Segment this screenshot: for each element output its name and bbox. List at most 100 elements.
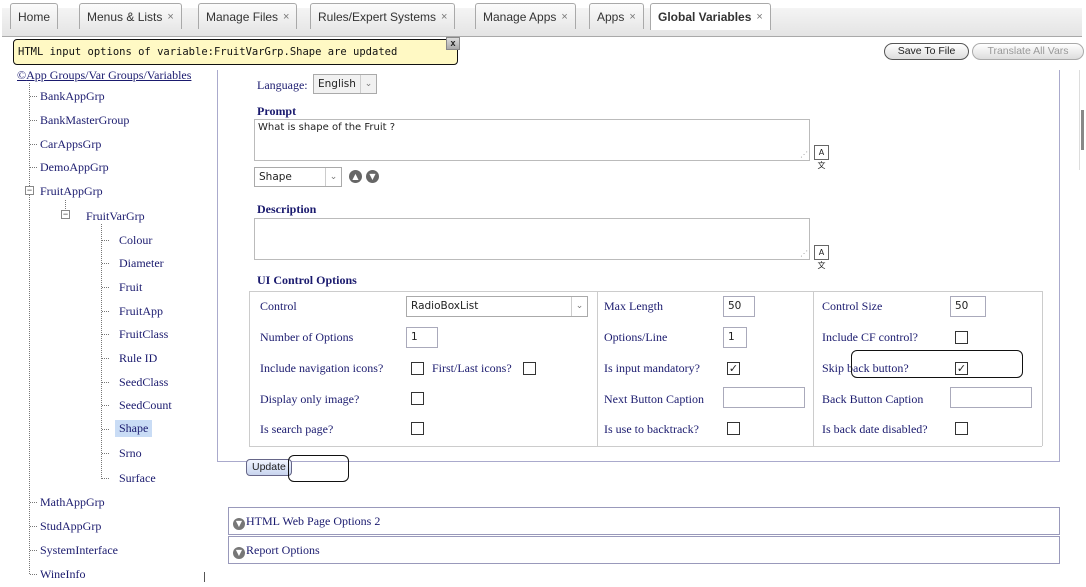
tree-item-fruitappgrp[interactable]: FruitAppGrp — [40, 184, 103, 199]
tab-manage-files[interactable]: Manage Files × — [198, 3, 298, 29]
nav-icons-checkbox[interactable] — [411, 362, 424, 375]
field-select-value: Shape — [259, 171, 292, 183]
prompt-textarea[interactable]: What is shape of the Fruit ? — [254, 119, 810, 161]
control-size-input[interactable]: 50 — [950, 296, 986, 317]
tree-item-carappsgrp[interactable]: CarAppsGrp — [40, 137, 101, 152]
tab-label: Home — [18, 9, 51, 24]
number-of-options-input[interactable]: 1 — [406, 327, 438, 348]
tree-item-diameter[interactable]: Diameter — [119, 256, 164, 271]
language-select[interactable]: English ⌄ — [313, 74, 377, 94]
include-cf-checkbox[interactable] — [955, 331, 968, 344]
tree-item-bankmastergroup[interactable]: BankMasterGroup — [40, 113, 129, 128]
tree-item-surface[interactable]: Surface — [119, 471, 156, 486]
tree-item-fruit[interactable]: Fruit — [119, 280, 142, 295]
first-last-icons-label: First/Last icons? — [432, 361, 512, 375]
tree-line — [30, 502, 37, 503]
translate-all-vars-button[interactable]: Translate All Vars — [972, 43, 1084, 60]
tab-rules-expert-systems[interactable]: Rules/Expert Systems × — [310, 3, 456, 29]
chevron-down-icon: ⌄ — [571, 297, 587, 316]
number-of-options-label: Number of Options — [260, 330, 354, 344]
close-icon[interactable]: × — [629, 11, 635, 23]
notification-close-button[interactable]: x — [446, 37, 460, 50]
grid-line — [249, 446, 1042, 447]
close-icon[interactable]: × — [283, 11, 289, 23]
tree-line — [102, 287, 109, 288]
max-length-input[interactable]: 50 — [723, 296, 755, 317]
display-only-image-checkbox[interactable] — [411, 392, 424, 405]
tree-item-seedclass[interactable]: SeedClass — [119, 375, 168, 390]
tree-item-srno[interactable]: Srno — [119, 446, 142, 461]
collapse-icon[interactable]: − — [25, 186, 34, 195]
control-size-label: Control Size — [822, 299, 883, 313]
tree-line — [30, 550, 37, 551]
tab-label: Rules/Expert Systems — [318, 9, 437, 24]
tree-item-studappgrp[interactable]: StudAppGrp — [40, 519, 101, 534]
expand-icon[interactable]: ▼ — [233, 518, 245, 530]
back-date-disabled-checkbox[interactable] — [955, 422, 968, 435]
move-down-icon[interactable]: ▼ — [366, 170, 379, 183]
search-page-checkbox[interactable] — [411, 422, 424, 435]
close-icon[interactable]: × — [756, 11, 762, 23]
tab-home[interactable]: Home — [10, 3, 59, 29]
scrollbar-thumb[interactable] — [1081, 110, 1084, 150]
backtrack-checkbox[interactable] — [727, 422, 740, 435]
tree-item-demoappgrp[interactable]: DemoAppGrp — [40, 160, 109, 175]
tree-line — [102, 358, 109, 359]
description-textarea[interactable] — [254, 218, 810, 260]
report-options-section[interactable]: ▼ Report Options — [228, 536, 1060, 564]
prompt-heading: Prompt — [257, 104, 297, 118]
expand-icon[interactable]: ▼ — [233, 547, 245, 559]
tab-label: Manage Files — [206, 9, 279, 24]
tree-item-mathappgrp[interactable]: MathAppGrp — [40, 495, 105, 510]
tree-item-systeminterface[interactable]: SystemInterface — [40, 543, 118, 558]
resize-handle-icon[interactable]: ⋰ — [800, 249, 808, 258]
move-up-icon[interactable]: ▲ — [349, 170, 362, 183]
tree-item-shape-selected[interactable]: Shape — [115, 420, 153, 437]
tree-item-fruitapp[interactable]: FruitApp — [119, 304, 163, 319]
tree-line — [102, 453, 109, 454]
resize-handle-icon[interactable]: ⋰ — [800, 150, 808, 159]
tree-item-bankappgrp[interactable]: BankAppGrp — [40, 89, 105, 104]
tree-line — [102, 382, 109, 383]
section-label: Report Options — [246, 543, 320, 557]
mandatory-checkbox[interactable]: ✓ — [727, 362, 740, 375]
html-web-page-options-section[interactable]: ▼ HTML Web Page Options 2 — [228, 507, 1060, 535]
collapse-icon[interactable]: − — [61, 210, 70, 219]
tab-label: Global Variables — [658, 10, 752, 24]
next-caption-input[interactable] — [723, 387, 805, 408]
first-last-icons-checkbox[interactable] — [523, 362, 536, 375]
tab-label: Manage Apps — [483, 9, 557, 24]
tree-item-colour[interactable]: Colour — [119, 233, 152, 248]
ui-control-options-heading: UI Control Options — [257, 273, 357, 287]
close-icon[interactable]: × — [441, 11, 447, 23]
tab-global-variables[interactable]: Global Variables × — [650, 3, 771, 30]
back-caption-label: Back Button Caption — [822, 392, 924, 406]
tree-item-fruitvargrp[interactable]: FruitVarGrp — [86, 209, 145, 224]
translate-icon[interactable]: A文 — [814, 245, 829, 270]
tab-manage-apps[interactable]: Manage Apps × — [475, 3, 576, 29]
tab-menus-lists[interactable]: Menus & Lists × — [79, 3, 182, 29]
tree-item-fruitclass[interactable]: FruitClass — [119, 327, 168, 342]
tree-line — [102, 240, 109, 241]
tree-item-rule-id[interactable]: Rule ID — [119, 351, 157, 366]
grid-line — [249, 291, 1042, 292]
close-icon[interactable]: × — [561, 11, 567, 23]
tree-line — [102, 429, 109, 430]
tree-item-seedcount[interactable]: SeedCount — [119, 398, 172, 413]
translate-icon[interactable]: A文 — [814, 145, 829, 170]
control-select[interactable]: RadioBoxList ⌄ — [406, 296, 588, 317]
tab-apps[interactable]: Apps × — [589, 3, 644, 29]
options-per-line-input[interactable]: 1 — [723, 327, 747, 348]
update-button[interactable]: Update — [246, 459, 292, 476]
grid-line — [813, 291, 814, 446]
tree-item-wineinfo[interactable]: WineInfo — [40, 567, 86, 582]
back-caption-input[interactable] — [950, 387, 1032, 408]
language-value: English — [318, 78, 356, 90]
close-icon[interactable]: × — [167, 11, 173, 23]
section-label: HTML Web Page Options 2 — [246, 514, 381, 528]
save-to-file-button[interactable]: Save To File — [884, 43, 969, 60]
grid-line — [1042, 291, 1043, 446]
field-select[interactable]: Shape ⌄ — [254, 167, 342, 187]
tree-line — [30, 144, 37, 145]
tree-root[interactable]: ©App Groups/Var Groups/Variables — [17, 68, 191, 83]
